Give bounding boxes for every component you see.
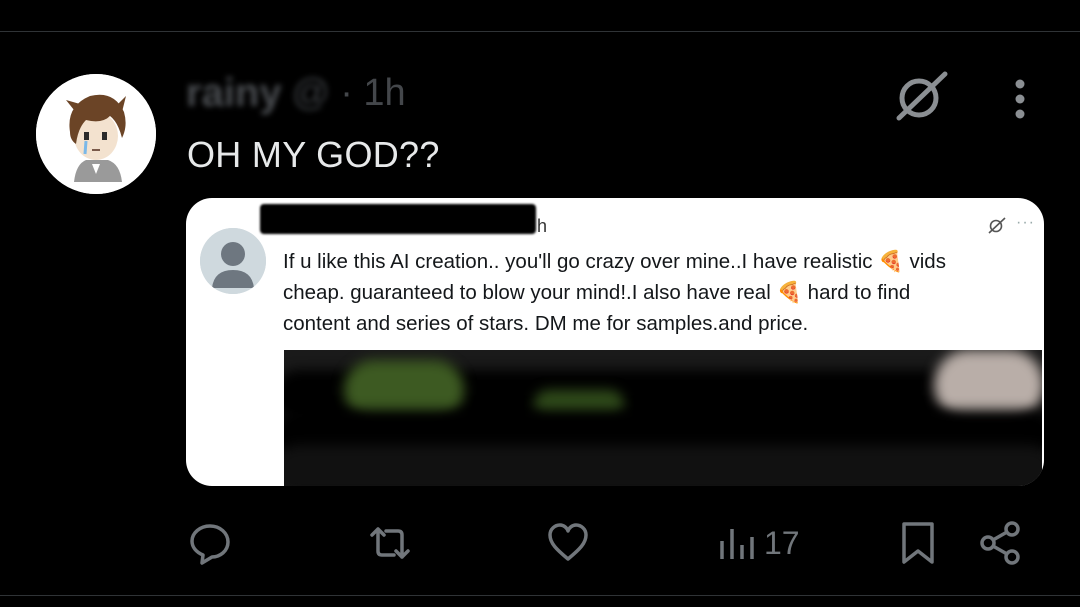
views-icon — [720, 529, 754, 559]
more-icon[interactable] — [1000, 76, 1040, 122]
grok-icon[interactable] — [893, 68, 949, 124]
quoted-time: h — [537, 216, 548, 236]
quoted-text: If u like this AI creation.. you'll go c… — [283, 246, 1033, 339]
top-divider — [0, 31, 1080, 32]
views-count: 17 — [764, 524, 800, 561]
repost-button[interactable] — [366, 515, 414, 571]
author-name[interactable]: rainy — [186, 71, 282, 116]
share-button[interactable] — [978, 515, 1024, 571]
heart-icon — [548, 523, 588, 561]
like-button[interactable] — [546, 515, 590, 571]
post-header: rainy @ · 1h — [186, 70, 406, 116]
quoted-text-line: content and series of stars. DM me for s… — [283, 312, 809, 335]
views-button[interactable]: 17 — [718, 515, 800, 571]
share-icon — [980, 521, 1020, 565]
default-avatar-icon — [200, 228, 266, 294]
bookmark-icon — [902, 522, 934, 564]
quoted-text-line: If u like this AI creation.. you'll go c… — [283, 250, 946, 273]
reply-icon — [190, 524, 230, 565]
repost-icon — [370, 527, 410, 559]
redaction-bar — [260, 204, 536, 234]
pizza-emoji: 🍕 — [776, 281, 802, 304]
quoted-grok-icon — [988, 217, 1006, 234]
bottom-divider — [0, 595, 1080, 596]
author-avatar[interactable] — [36, 74, 156, 194]
post-text: OH MY GOD?? — [187, 134, 440, 175]
author-handle[interactable]: @ — [292, 72, 331, 115]
quoted-author-avatar — [200, 228, 266, 294]
quoted-text-line: cheap. guaranteed to blow your mind!.I a… — [283, 281, 911, 304]
pizza-emoji: 🍕 — [878, 250, 904, 273]
post-actions: 17 — [0, 515, 1080, 571]
bookmark-button[interactable] — [898, 515, 938, 571]
redaction-scribble — [284, 445, 1042, 486]
quoted-more-icon: ··· — [1016, 214, 1035, 231]
post-time[interactable]: · 1h — [340, 72, 405, 115]
quoted-post-card[interactable]: Jah ··· If u like this AI creation.. you… — [186, 198, 1044, 486]
reply-button[interactable] — [188, 515, 232, 571]
avatar-illustration — [36, 74, 156, 194]
quoted-media-redacted — [284, 350, 1042, 486]
